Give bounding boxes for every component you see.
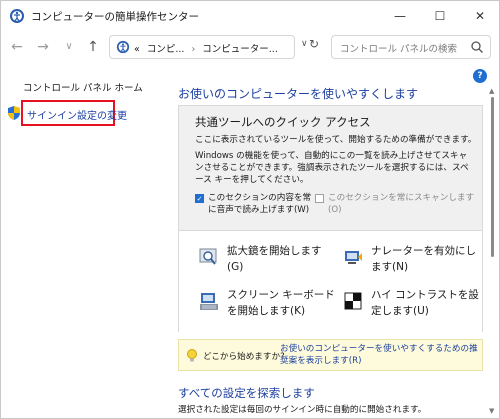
chevron-right-icon: › [191,44,196,55]
signin-settings-link[interactable]: サインイン設定の変更 [27,107,127,122]
narrator-icon [345,251,362,264]
control-panel-home-link[interactable]: コントロール パネル ホーム [23,80,143,94]
magnifier-icon [199,248,217,265]
minimize-icon[interactable]: — [379,1,421,31]
checkbox-unchecked-icon [315,194,324,203]
breadcrumb-item[interactable]: コンピ... [147,44,185,55]
scrollbar-thumb[interactable] [491,97,494,257]
refresh-icon[interactable]: ↻ [309,37,325,51]
quick-access-info: Windows の機能を使って、自動的にこの一覧を読み上げさせてスキャンさせるこ… [195,151,469,185]
breadcrumb-overflow[interactable]: « [134,44,140,55]
high-contrast-icon [344,292,362,310]
tools-grid: 拡大鏡を開始します(G) ナレーターを有効にします(N) スクリーン キーボード… [179,230,482,332]
maximize-icon[interactable]: ☐ [419,1,461,31]
arrow-right-icon[interactable]: → [33,37,53,57]
accessibility-center-window: コンピューターの簡単操作センター — ☐ ✕ ← → ∨ ↑ « コンピ... … [0,0,500,419]
scroll-up-icon[interactable]: ▲ [489,87,494,95]
window-title: コンピューターの簡単操作センター [31,11,199,23]
title-bar: コンピューターの簡単操作センター — ☐ ✕ [1,1,499,31]
close-icon[interactable]: ✕ [459,1,499,31]
lightbulb-icon [187,349,197,362]
page-title: お使いのコンピューターを使いやすくします [178,87,419,101]
checkbox-checked-icon[interactable]: ✓ [195,194,204,203]
breadcrumb-item[interactable]: コンピューター... [202,44,278,55]
breadcrumb: « コンピ... › コンピューター... [134,41,278,55]
address-bar[interactable]: « コンピ... › コンピューター... [109,35,295,59]
start-on-screen-keyboard-button[interactable]: スクリーン キーボードを開始します(K) [199,287,339,327]
read-aloud-label: このセクションの内容を常に音声で読み上げます(W) [208,193,312,215]
start-magnifier-button[interactable]: 拡大鏡を開始します(G) [199,243,339,283]
enable-narrator-button[interactable]: ナレーターを有効にします(N) [343,243,483,283]
on-screen-keyboard-label: スクリーン キーボードを開始します(K) [227,289,335,317]
search-placeholder: コントロール パネルの検索 [340,44,458,55]
explore-settings-heading: すべての設定を探索します [178,386,315,400]
narrator-label: ナレーターを有効にします(N) [371,245,476,273]
quick-access-title: 共通ツールへのクイック アクセス [195,115,371,129]
ease-of-access-icon [116,40,130,54]
signin-settings-item: サインイン設定の変更 [5,99,127,127]
scroll-down-icon[interactable]: ▼ [489,407,494,415]
recommendation-tip: どこから始めますか? お使いのコンピューターを使いやすくするための推奨案を表示し… [178,339,483,371]
magnifier-label: 拡大鏡を開始します(G) [227,245,322,273]
highlight-box: サインイン設定の変更 [21,100,127,126]
uac-shield-icon [8,106,20,120]
set-high-contrast-button[interactable]: ハイ コントラストを設定します(U) [343,287,483,327]
arrow-up-icon[interactable]: ↑ [83,37,103,57]
explore-settings-subtitle: 選択された設定は毎回のサインイン時に自動的に開始されます。 [178,405,427,415]
recommendations-link[interactable]: お使いのコンピューターを使いやすくするための推奨案を表示します(R) [280,343,480,367]
search-input[interactable]: コントロール パネルの検索 [331,35,491,59]
tip-question: どこから始めますか? [203,352,285,362]
on-screen-keyboard-icon [200,293,218,310]
ease-of-access-icon [10,9,24,23]
scan-label: このセクションを常にスキャンします(O) [328,193,475,215]
navigation-bar: ← → ∨ ↑ « コンピ... › コンピューター... ∨ ↻ コントロール… [1,31,499,63]
chevron-down-icon[interactable]: ∨ [59,37,79,57]
quick-access-panel: 共通ツールへのクイック アクセス ここに表示されているツールを使って、開始するた… [178,105,483,332]
quick-access-description: ここに表示されているツールを使って、開始するための準備ができます。 [195,135,477,145]
search-icon [471,41,483,53]
high-contrast-label: ハイ コントラストを設定します(U) [371,289,479,317]
arrow-left-icon[interactable]: ← [7,37,27,57]
help-icon[interactable]: ? [473,69,487,83]
